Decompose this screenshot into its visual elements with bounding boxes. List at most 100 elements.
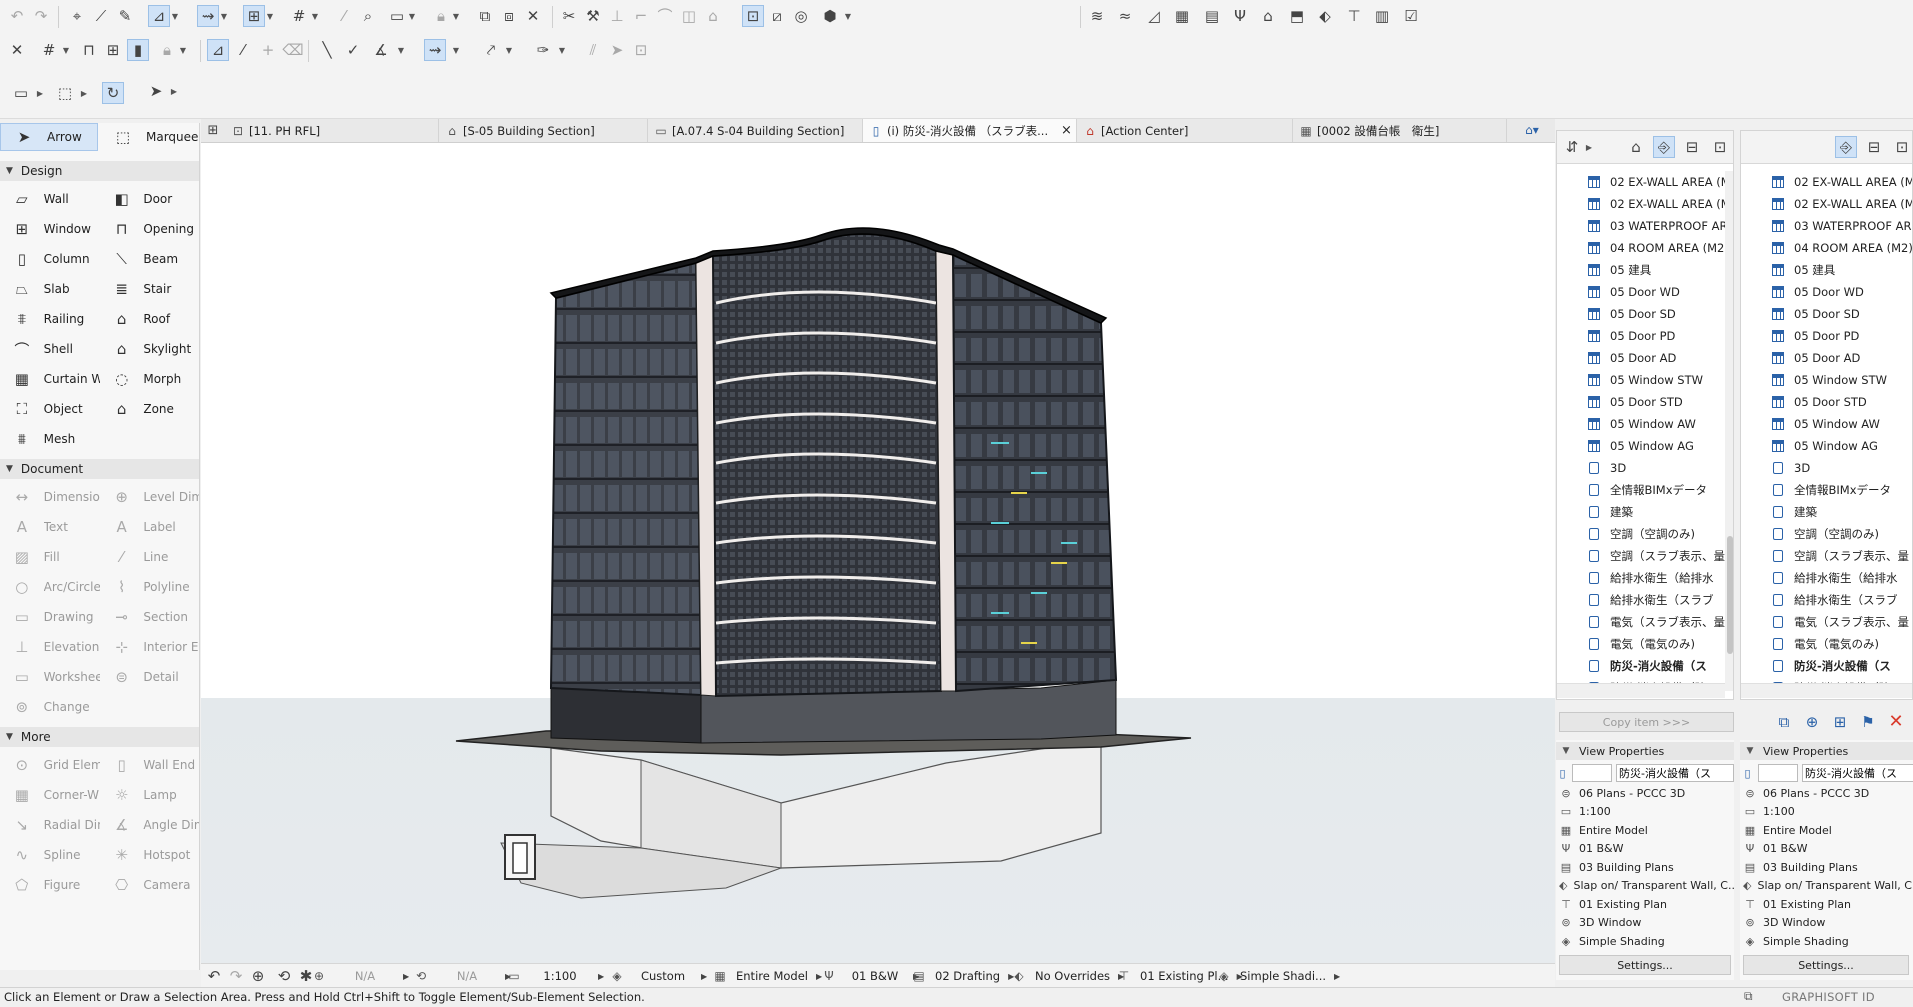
- layer-settings-icon[interactable]: ≋: [1086, 5, 1108, 27]
- snap-guides-icon[interactable]: ⇝: [197, 5, 219, 27]
- tool-wall[interactable]: ▱ Wall: [0, 185, 100, 213]
- fill-icon[interactable]: ▤: [1201, 5, 1223, 27]
- view-bar-item[interactable]: ◈ Custom ▶: [609, 964, 707, 988]
- tab-equipment-schedule[interactable]: ▦ [0002 設備台帳 衛生]: [1293, 119, 1507, 142]
- renovation-icon[interactable]: ⊤: [1343, 5, 1365, 27]
- navigator-item[interactable]: 05 Door PD: [1587, 325, 1675, 347]
- tab-menu-icon[interactable]: ⌂▾: [1515, 120, 1549, 140]
- ruler-icon[interactable]: ⁄: [333, 5, 355, 27]
- suspend-groups-icon[interactable]: ⊞: [243, 5, 265, 27]
- tab-overview-icon[interactable]: ⊞: [203, 120, 223, 140]
- navigator-item[interactable]: 03 WATERPROOF ARE: [1587, 215, 1725, 237]
- layout-icon[interactable]: ▭: [10, 82, 32, 104]
- organizer-item[interactable]: 05 Window STW: [1771, 369, 1887, 391]
- navigator-item[interactable]: 05 Door AD: [1587, 347, 1676, 369]
- navigator-item[interactable]: 05 Door WD: [1587, 281, 1680, 303]
- pen-icon[interactable]: Ψ: [1229, 5, 1251, 27]
- tool-level-dime[interactable]: ⊕ Level Dime: [100, 483, 199, 511]
- eyedropper-icon[interactable]: ⟋: [90, 5, 112, 27]
- organizer-item[interactable]: 02 EX-WALL AREA (M2: [1771, 193, 1912, 215]
- organizer-item[interactable]: 空調（空調のみ): [1771, 523, 1879, 545]
- chevron-down-icon[interactable]: ▼: [452, 5, 460, 27]
- tool-dimension[interactable]: ↔ Dimension: [0, 483, 100, 511]
- navigator-item[interactable]: 空調（スラブ表示、量: [1587, 545, 1725, 567]
- lock-icon[interactable]: 🔒︎: [156, 39, 178, 61]
- settings-button[interactable]: Settings...: [1559, 955, 1731, 975]
- arrow-tool[interactable]: ➤ Arrow: [0, 123, 98, 151]
- snap-points-icon[interactable]: ⊞: [102, 39, 124, 61]
- tool-stair[interactable]: ≣ Stair: [100, 275, 199, 303]
- undo-icon[interactable]: ↶: [6, 5, 28, 27]
- cross-snap-icon[interactable]: +: [257, 39, 279, 61]
- view-id-field[interactable]: [1572, 764, 1612, 782]
- organizer-item[interactable]: 05 建具: [1771, 259, 1835, 281]
- organizer-item[interactable]: 給排水衛生（スラブ: [1771, 589, 1898, 611]
- tab-fire-protection-3d[interactable]: ▯ (i) 防災-消火設備 （スラブ表... ×: [863, 119, 1077, 142]
- organizer-item[interactable]: 05 Door STD: [1771, 391, 1867, 413]
- chevron-down-icon[interactable]: ▼: [179, 39, 187, 61]
- organizer-item[interactable]: 04 ROOM AREA (M2): [1771, 237, 1912, 259]
- navigator-hscroll[interactable]: [1557, 683, 1725, 698]
- tool-spline[interactable]: ∿ Spline: [0, 841, 100, 869]
- view-bar-item[interactable]: ◈ Simple Shadi... ▶: [1216, 964, 1340, 988]
- roof-icon[interactable]: ◿: [1143, 5, 1165, 27]
- tab-a074-building-section[interactable]: ▭ [A.07.4 S-04 Building Section]: [648, 119, 863, 142]
- angle-icon[interactable]: ⊿: [207, 39, 229, 61]
- zoom-in-icon[interactable]: ⊕: [247, 965, 269, 987]
- chevron-down-icon[interactable]: ▼: [266, 5, 274, 27]
- split-icon[interactable]: ⚒: [582, 5, 604, 27]
- chevron-right-icon[interactable]: ▶: [170, 80, 178, 102]
- navigator-item[interactable]: 05 Window STW: [1587, 369, 1703, 391]
- chevron-down-icon[interactable]: ▼: [397, 39, 405, 61]
- view-bar-item[interactable]: ⊕ N/A ▶: [311, 964, 409, 988]
- gravity-icon[interactable]: ⊿: [148, 5, 170, 27]
- fillet-icon[interactable]: ⌒: [654, 5, 676, 27]
- navigator-item[interactable]: 建築: [1587, 501, 1633, 523]
- angle-tool-icon[interactable]: ∡: [370, 39, 392, 61]
- chevron-down-icon[interactable]: ▼: [62, 39, 70, 61]
- cross-icon[interactable]: ✕: [6, 39, 28, 61]
- floor-icon[interactable]: ⌂: [1257, 5, 1279, 27]
- view-name-field[interactable]: [1616, 764, 1734, 782]
- tool-radial-din[interactable]: ↘ Radial Din: [0, 811, 100, 839]
- tool-label[interactable]: A Label: [100, 513, 199, 541]
- new-folder-icon[interactable]: ⊕: [1801, 711, 1823, 733]
- chevron-down-icon[interactable]: ▼: [844, 5, 852, 27]
- tool-roof[interactable]: ⌂ Roof: [100, 305, 199, 333]
- delete-icon[interactable]: ✕: [1885, 711, 1907, 733]
- navigator-item[interactable]: 電気（電気のみ): [1587, 633, 1695, 655]
- organizer-item[interactable]: 05 Door SD: [1771, 303, 1860, 325]
- navigator-item[interactable]: 02 EX-WALL AREA (M2: [1587, 193, 1725, 215]
- tool-arc-circle[interactable]: ○ Arc/Circle: [0, 573, 100, 601]
- tool-camera[interactable]: ⎔ Camera: [100, 871, 199, 899]
- navigator-item[interactable]: 防災-消火設備（ス: [1587, 655, 1707, 677]
- tool-workshee[interactable]: ▭ Workshee: [0, 663, 100, 691]
- tool-railing[interactable]: ⩨ Railing: [0, 305, 100, 333]
- tool-window[interactable]: ⊞ Window: [0, 215, 100, 243]
- tool-zone[interactable]: ⌂ Zone: [100, 395, 199, 423]
- publisher-icon[interactable]: ⊡: [1709, 136, 1731, 158]
- organizer-item[interactable]: 防災-消火設備（ス: [1771, 655, 1891, 677]
- organizer-item[interactable]: 電気（電気のみ): [1771, 633, 1879, 655]
- navigator-item[interactable]: 05 Window AW: [1587, 413, 1696, 435]
- tool-lamp[interactable]: ☼ Lamp: [100, 781, 199, 809]
- arrow-pointer-icon[interactable]: ➤: [145, 80, 167, 102]
- section-more[interactable]: ▼ More: [0, 727, 199, 747]
- adjust-icon[interactable]: ⊥: [606, 5, 628, 27]
- chevron-down-icon[interactable]: ▼: [220, 5, 228, 27]
- organizer-item[interactable]: 03 WATERPROOF ARE: [1771, 215, 1912, 237]
- pointer-select-icon[interactable]: ▮: [127, 39, 149, 61]
- eraser-icon[interactable]: ⌫: [282, 39, 304, 61]
- wall-ref-icon[interactable]: ⫽: [582, 39, 604, 61]
- arc-icon[interactable]: ⁄: [232, 39, 254, 61]
- explode-icon[interactable]: ◫: [678, 5, 700, 27]
- organizer-item[interactable]: 05 Door PD: [1771, 325, 1859, 347]
- orbit-icon[interactable]: ↻: [102, 82, 124, 104]
- eyedropper-icon[interactable]: ✑: [532, 39, 554, 61]
- navigator-item[interactable]: 02 EX-WALL AREA (M2: [1587, 171, 1725, 193]
- organizer-item[interactable]: 05 Window AW: [1771, 413, 1880, 435]
- grid-icon[interactable]: #: [38, 39, 60, 61]
- marquee-icon[interactable]: ⬚: [54, 82, 76, 104]
- view-bar-item[interactable]: ▤ 02 Drafting ▶: [911, 964, 1014, 988]
- chevron-right-icon[interactable]: ▶: [1585, 136, 1593, 158]
